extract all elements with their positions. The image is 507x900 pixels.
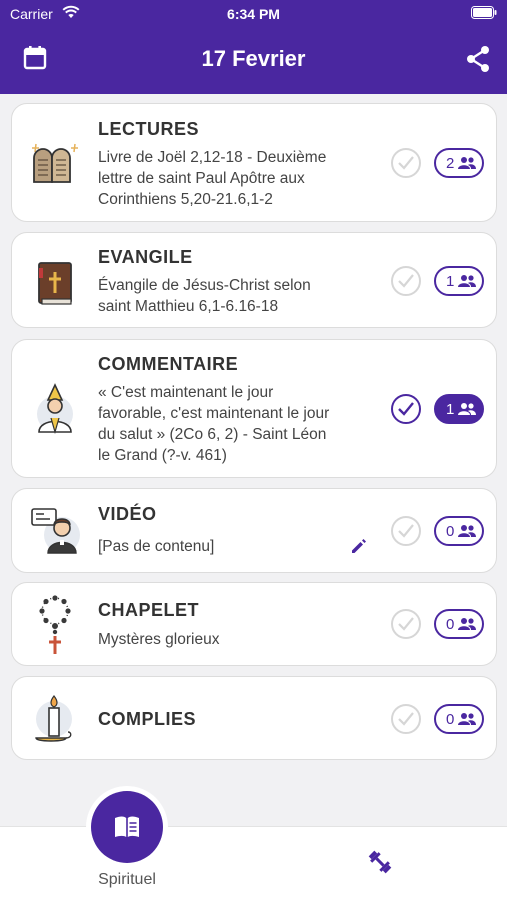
card-video[interactable]: VIDÉO [Pas de contenu] 0 <box>11 488 497 573</box>
nav-spirituel-button[interactable] <box>91 791 163 863</box>
rosary-icon <box>30 593 80 662</box>
status-time: 6:34 PM <box>227 6 280 22</box>
pencil-icon[interactable] <box>350 537 368 560</box>
bottom-navigation <box>0 826 507 900</box>
participants-badge[interactable]: 1 <box>434 266 484 296</box>
battery-icon <box>471 6 497 22</box>
participants-badge[interactable]: 2 <box>434 148 484 178</box>
participants-count: 0 <box>446 711 455 728</box>
status-bar: Carrier 6:34 PM <box>0 0 507 28</box>
card-title: COMMENTAIRE <box>98 354 239 374</box>
read-check-button[interactable] <box>391 704 421 734</box>
participants-badge[interactable]: 1 <box>434 394 484 424</box>
card-description: Évangile de Jésus-Christ selon saint Mat… <box>98 275 382 317</box>
candle-icon <box>30 693 80 750</box>
app-header: Carrier 6:34 PM 17 Fevrier <box>0 0 507 94</box>
share-icon[interactable] <box>465 45 491 78</box>
page-title: 17 Fevrier <box>201 46 306 71</box>
card-lectures[interactable]: LECTURES Livre de Joël 2,12-18 - Deuxièm… <box>11 103 497 222</box>
card-text-line: saint Matthieu 6,1-6.16-18 <box>98 298 279 315</box>
read-check-button[interactable] <box>391 148 421 178</box>
read-check-button[interactable] <box>391 516 421 546</box>
card-title: COMPLIES <box>98 709 197 729</box>
card-title: EVANGILE <box>98 247 193 267</box>
people-icon <box>458 275 476 287</box>
card-text-line: lettre de saint Paul Apôtre aux <box>98 170 305 187</box>
participants-count: 0 <box>446 523 455 540</box>
card-description: « C'est maintenant le jour favorable, c'… <box>98 382 382 466</box>
nav-spirituel-label[interactable]: Spirituel <box>78 871 176 889</box>
card-text-line: Corinthiens 5,20-21.6,1-2 <box>98 191 273 208</box>
read-check-button[interactable] <box>391 609 421 639</box>
people-icon <box>458 525 476 537</box>
participants-badge[interactable]: 0 <box>434 609 484 639</box>
participants-count: 1 <box>446 273 455 290</box>
bible-icon <box>30 259 80 314</box>
card-complies[interactable]: COMPLIES 0 <box>11 676 497 760</box>
people-icon <box>458 403 476 415</box>
open-book-icon <box>115 816 139 837</box>
people-icon <box>458 618 476 630</box>
card-text-line: favorable, c'est maintenant le jour <box>98 405 330 422</box>
priest-video-icon <box>30 505 84 560</box>
pope-icon <box>30 382 80 443</box>
card-text-line: le Grand (?-v. 461) <box>98 447 227 464</box>
participants-badge[interactable]: 0 <box>434 516 484 546</box>
dumbbell-icon[interactable] <box>367 849 393 880</box>
read-check-button[interactable] <box>391 266 421 296</box>
card-text-line: « C'est maintenant le jour <box>98 384 274 401</box>
people-icon <box>458 157 476 169</box>
card-text-line: Mystères glorieux <box>98 631 220 648</box>
card-description: [Pas de contenu] <box>98 536 382 557</box>
participants-count: 2 <box>446 155 455 172</box>
card-title: LECTURES <box>98 119 200 139</box>
card-text-line: du salut » (2Co 6, 2) - Saint Léon <box>98 426 327 443</box>
tablets-icon <box>30 138 80 193</box>
card-text-line: Évangile de Jésus-Christ selon <box>98 277 311 294</box>
participants-count: 0 <box>446 616 455 633</box>
people-icon <box>458 713 476 725</box>
participants-badge[interactable]: 0 <box>434 704 484 734</box>
card-title: CHAPELET <box>98 600 200 620</box>
read-check-button[interactable] <box>391 394 421 424</box>
participants-count: 1 <box>446 401 455 418</box>
card-description: Livre de Joël 2,12-18 - Deuxième lettre … <box>98 147 382 210</box>
card-description: Mystères glorieux <box>98 629 382 650</box>
card-text-line: [Pas de contenu] <box>98 538 215 555</box>
card-chapelet[interactable]: CHAPELET Mystères glorieux 0 <box>11 582 497 666</box>
card-evangile[interactable]: EVANGILE Évangile de Jésus-Christ selon … <box>11 232 497 328</box>
card-commentaire[interactable]: COMMENTAIRE « C'est maintenant le jour f… <box>11 339 497 478</box>
card-text-line: Livre de Joël 2,12-18 - Deuxième <box>98 149 327 166</box>
card-title: VIDÉO <box>98 504 157 524</box>
